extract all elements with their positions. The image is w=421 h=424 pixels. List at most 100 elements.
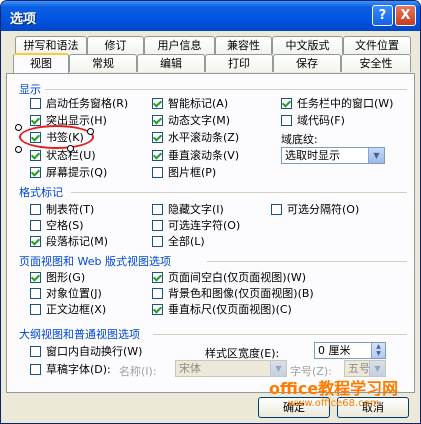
startup-taskpane-checkbox[interactable]: 启动任务窗格(R) <box>30 97 128 111</box>
formatting-marks-heading: 格式标记 <box>19 186 63 199</box>
checkbox-box[interactable] <box>30 346 41 357</box>
checkbox-label: 垂直标尺(仅页面视图)(C) <box>168 303 292 316</box>
checkbox-box[interactable] <box>281 98 292 109</box>
checkbox-box[interactable] <box>152 115 163 126</box>
status-bar-checkbox[interactable]: 状态栏(U) <box>30 149 96 163</box>
style-area-width-input[interactable]: 0 厘米 ▲ ▼ <box>314 342 386 359</box>
watermark-url: www.office68.com <box>288 398 380 409</box>
checkbox-label: 任务栏中的窗口(W) <box>297 97 394 110</box>
field-shading-select[interactable]: 选取时显示 ▼ <box>281 147 385 164</box>
checkbox-label: 页面间空白(仅页面视图)(W) <box>168 271 307 284</box>
help-button[interactable]: ? <box>372 5 393 26</box>
checkbox-box[interactable] <box>30 115 41 126</box>
tab-characters-checkbox[interactable]: 制表符(T) <box>30 203 94 217</box>
checkbox-box[interactable] <box>30 364 41 375</box>
checkbox-box[interactable] <box>30 288 41 299</box>
checkbox-box[interactable] <box>30 220 41 231</box>
checkbox-label: 可选分隔符(O) <box>287 203 360 216</box>
tab-asian-typography[interactable]: 中文版式 <box>272 36 343 54</box>
field-shading-label: 域底纹: <box>281 133 318 146</box>
checkbox-box[interactable] <box>152 167 163 178</box>
drawings-checkbox[interactable]: 图形(G) <box>30 271 85 285</box>
optional-breaks-checkbox[interactable]: 可选分隔符(O) <box>271 203 359 217</box>
vertical-scrollbar-checkbox[interactable]: 垂直滚动条(V) <box>152 149 239 163</box>
white-space-between-pages-checkbox[interactable]: 页面间空白(仅页面视图)(W) <box>152 271 306 285</box>
checkbox-box[interactable] <box>152 288 163 299</box>
checkbox-box[interactable] <box>30 98 41 109</box>
bookmark-highlight-ellipse <box>19 125 94 149</box>
checkbox-label: 垂直滚动条(V) <box>168 149 240 162</box>
dialog-title: 选项 <box>10 12 37 27</box>
tab-view[interactable]: 视图 <box>13 53 69 73</box>
field-codes-checkbox[interactable]: 域代码(F) <box>281 114 345 128</box>
checkbox-box[interactable] <box>281 115 292 126</box>
paragraph-marks-checkbox[interactable]: 段落标记(M) <box>30 235 108 249</box>
all-marks-checkbox[interactable]: 全部(L) <box>152 235 205 249</box>
font-name-label: 名称(I): <box>119 365 157 378</box>
annotation-handle-dot <box>87 128 94 135</box>
picture-placeholder-checkbox[interactable]: 图片框(P) <box>152 166 216 180</box>
outline-normal-options-heading: 大纲视图和普通视图选项 <box>19 328 140 341</box>
font-name-value: 宋体 <box>179 362 201 375</box>
checkbox-box[interactable] <box>30 150 41 161</box>
style-area-width-label: 样式区宽度(E): <box>205 347 280 360</box>
tab-edit[interactable]: 编辑 <box>137 54 205 72</box>
tab-save[interactable]: 保存 <box>273 54 341 72</box>
checkbox-box[interactable] <box>152 132 163 143</box>
smart-tags-checkbox[interactable]: 智能标记(A) <box>152 97 228 111</box>
checkbox-box[interactable] <box>271 204 282 215</box>
draft-font-checkbox[interactable]: 草稿字体(D): <box>30 363 111 377</box>
checkbox-label: 可选连字符(O) <box>168 219 241 232</box>
tab-print[interactable]: 打印 <box>205 54 273 72</box>
checkbox-box[interactable] <box>152 220 163 231</box>
checkbox-box[interactable] <box>152 98 163 109</box>
chevron-down-icon[interactable]: ▼ <box>368 148 384 163</box>
background-colors-checkbox[interactable]: 背景色和图像(仅页面视图)(B) <box>152 287 314 301</box>
checkbox-box[interactable] <box>152 272 163 283</box>
display-separator <box>45 89 407 90</box>
windows-in-taskbar-checkbox[interactable]: 任务栏中的窗口(W) <box>281 97 393 111</box>
checkbox-label: 屏幕提示(Q) <box>46 166 108 179</box>
close-button[interactable]: X <box>395 5 416 26</box>
checkbox-box[interactable] <box>30 304 41 315</box>
checkbox-box[interactable] <box>152 150 163 161</box>
tab-spelling-grammar[interactable]: 拼写和语法 <box>15 36 87 54</box>
watermark-title: office教程学习网 <box>269 379 399 398</box>
checkbox-box[interactable] <box>152 236 163 247</box>
checkbox-label: 图形(G) <box>46 271 86 284</box>
annotation-handle-dot <box>15 146 22 153</box>
checkbox-box[interactable] <box>30 167 41 178</box>
options-dialog: 选项 ? X 拼写和语法 修订 用户信息 兼容性 中文版式 文件位置 视图 常规… <box>0 0 421 424</box>
tab-general[interactable]: 常规 <box>69 54 137 72</box>
tab-user-info[interactable]: 用户信息 <box>144 36 215 54</box>
checkbox-label: 背景色和图像(仅页面视图)(B) <box>168 287 314 300</box>
tab-file-locations[interactable]: 文件位置 <box>343 36 411 54</box>
animated-text-checkbox[interactable]: 动态文字(M) <box>152 114 230 128</box>
checkbox-box[interactable] <box>30 272 41 283</box>
spinner-arrows-icon[interactable]: ▲ ▼ <box>371 343 385 358</box>
checkbox-box[interactable] <box>30 236 41 247</box>
style-area-width-value: 0 厘米 <box>318 344 351 357</box>
horizontal-scrollbar-checkbox[interactable]: 水平滚动条(Z) <box>152 131 239 145</box>
screen-tips-checkbox[interactable]: 屏幕提示(Q) <box>30 166 107 180</box>
object-anchors-checkbox[interactable]: 对象位置(J) <box>30 287 102 301</box>
spaces-checkbox[interactable]: 空格(S) <box>30 219 84 233</box>
hidden-text-checkbox[interactable]: 隐藏文字(I) <box>152 203 224 217</box>
optional-hyphens-checkbox[interactable]: 可选连字符(O) <box>152 219 240 233</box>
vertical-ruler-checkbox[interactable]: 垂直标尺(仅页面视图)(C) <box>152 303 292 317</box>
chevron-down-icon[interactable]: ▼ <box>369 361 385 376</box>
chevron-down-icon[interactable]: ▼ <box>270 361 286 376</box>
checkbox-label: 隐藏文字(I) <box>168 203 224 216</box>
tab-security[interactable]: 安全性 <box>341 54 411 72</box>
checkbox-label: 制表符(T) <box>46 203 95 216</box>
title-bar[interactable]: 选项 ? X <box>1 1 420 31</box>
checkbox-box[interactable] <box>30 204 41 215</box>
formatting-separator <box>71 192 407 193</box>
checkbox-box[interactable] <box>152 304 163 315</box>
checkbox-box[interactable] <box>152 204 163 215</box>
tab-compatibility[interactable]: 兼容性 <box>215 36 272 54</box>
wrap-to-window-checkbox[interactable]: 窗口内自动换行(W) <box>30 345 142 359</box>
checkbox-label: 启动任务窗格(R) <box>46 97 129 110</box>
text-boundaries-checkbox[interactable]: 正文边框(X) <box>30 303 106 317</box>
tab-track-changes[interactable]: 修订 <box>87 36 144 54</box>
